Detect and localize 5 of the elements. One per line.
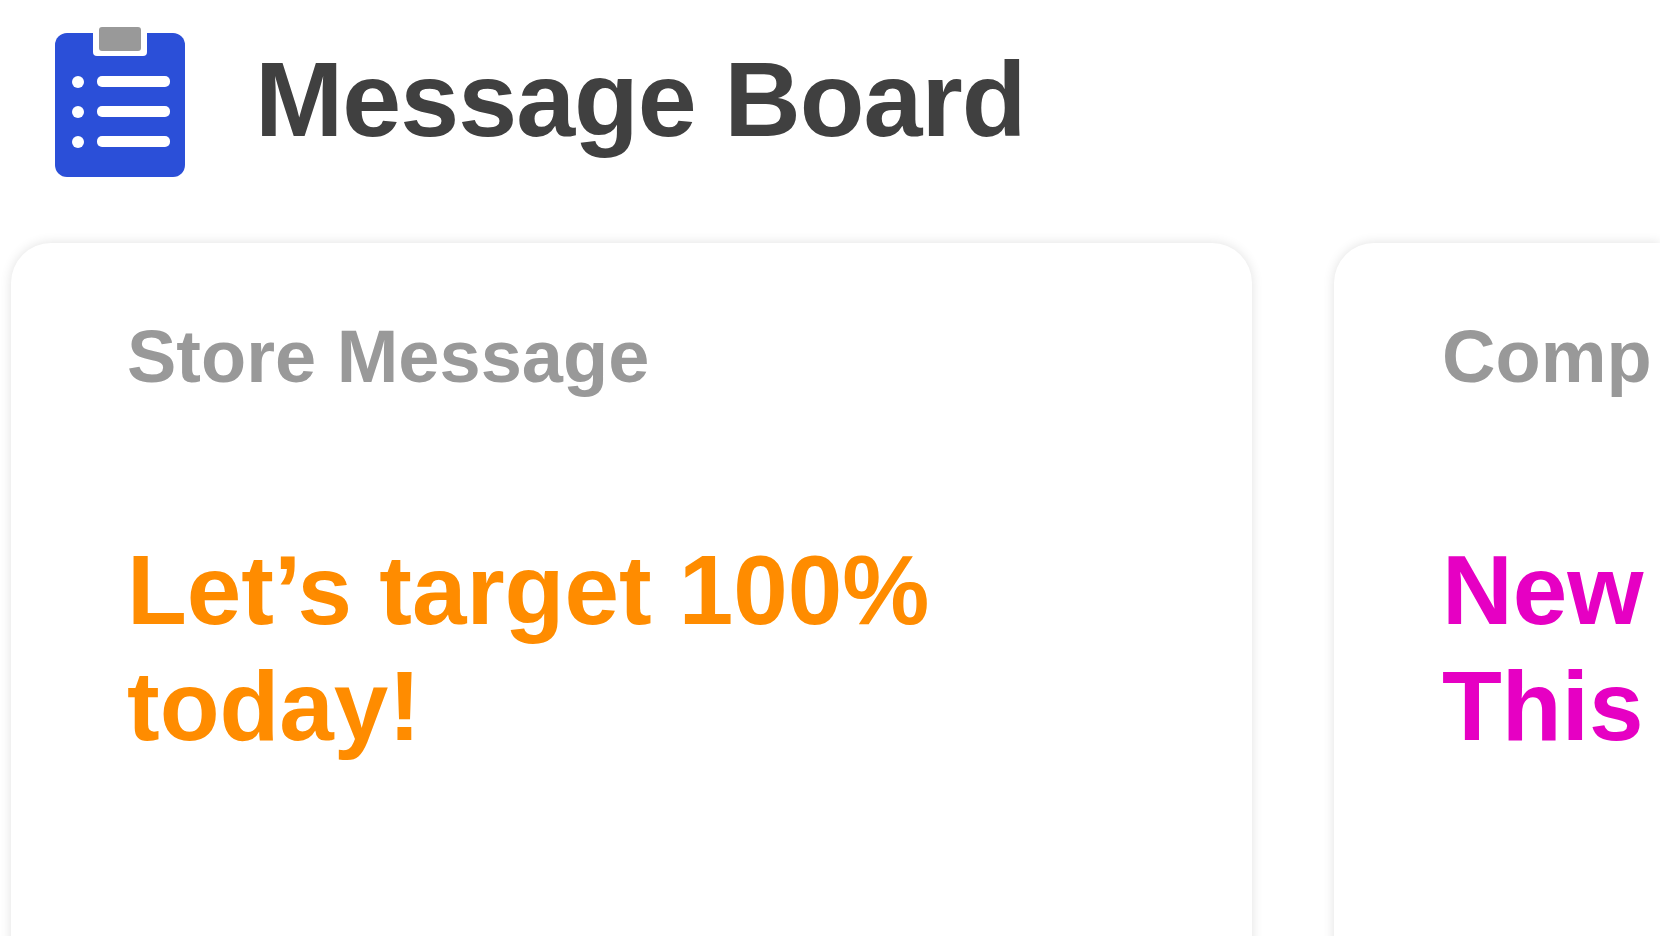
- card-message: New This: [1442, 533, 1645, 763]
- page-title: Message Board: [255, 39, 1026, 161]
- card-title: Store Message: [127, 314, 650, 400]
- card-message: Let’s target 100% today!: [127, 533, 931, 763]
- card-title: Comp: [1442, 314, 1652, 400]
